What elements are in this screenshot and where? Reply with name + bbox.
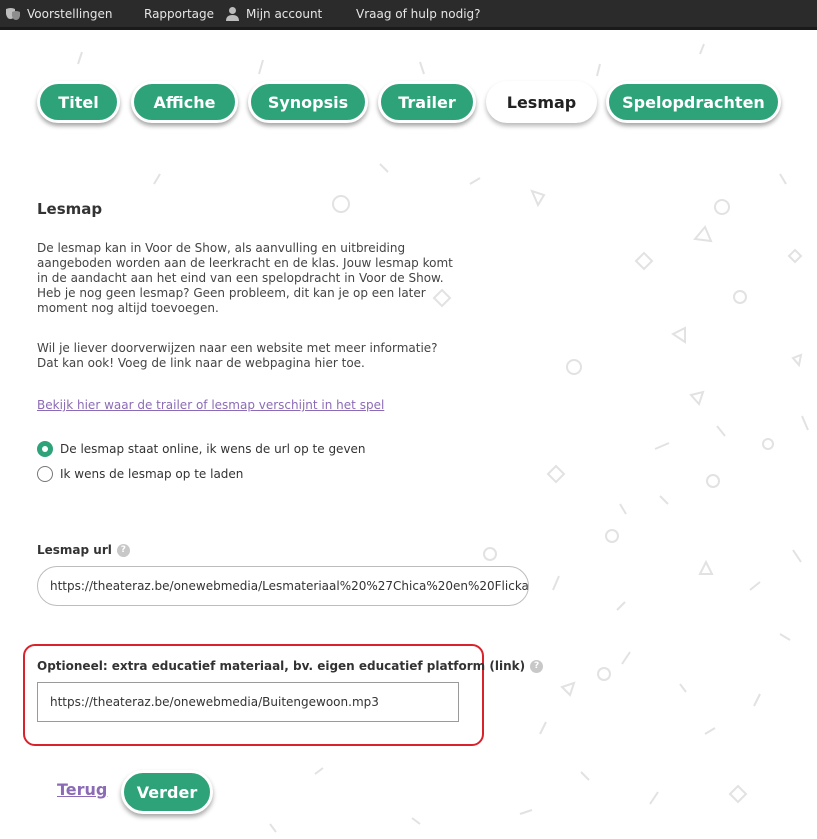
nav-rapportage-label: Rapportage <box>144 6 214 21</box>
option-online-url-label: De lesmap staat online, ik wens de url o… <box>60 442 366 456</box>
tab-lesmap[interactable]: Lesmap <box>486 81 597 123</box>
extra-material-input[interactable]: https://theateraz.be/onewebmedia/Buiteng… <box>37 682 459 722</box>
next-button-label: Verder <box>136 782 198 802</box>
website-paragraph: Wil je liever doorverwijzen naar een web… <box>37 341 438 370</box>
tab-synopsis-label: Synopsis <box>267 92 349 112</box>
extra-material-label-text: Optioneel: extra educatief materiaal, bv… <box>37 659 526 673</box>
tab-lesmap-label: Lesmap <box>506 92 577 112</box>
section-title: Lesmap <box>37 200 103 218</box>
tab-affiche[interactable]: Affiche <box>131 81 238 123</box>
intro-paragraph: De lesmap kan in Voor de Show, als aanvu… <box>37 241 453 315</box>
lesmap-url-label: Lesmap url ? <box>37 543 130 557</box>
extra-material-label: Optioneel: extra educatief materiaal, bv… <box>37 659 544 673</box>
help-icon[interactable]: ? <box>530 659 544 673</box>
lesmap-url-value: https://theateraz.be/onewebmedia/Lesmate… <box>50 579 529 593</box>
tab-trailer[interactable]: Trailer <box>378 81 476 123</box>
tab-affiche-label: Affiche <box>153 92 216 112</box>
preview-link[interactable]: Bekijk hier waar de trailer of lesmap ve… <box>37 398 384 412</box>
nav-voorstellingen-label: Voorstellingen <box>27 6 113 21</box>
lesmap-url-label-text: Lesmap url <box>37 543 112 557</box>
extra-material-value: https://theateraz.be/onewebmedia/Buiteng… <box>50 695 379 709</box>
option-upload[interactable]: Ik wens de lesmap op te laden <box>37 466 243 482</box>
tab-titel-label: Titel <box>58 92 99 112</box>
nav-rapportage[interactable]: Rapportage <box>144 0 214 27</box>
nav-mijn-account-label: Mijn account <box>246 6 323 21</box>
theater-masks-icon <box>5 7 21 21</box>
user-icon <box>225 6 240 21</box>
nav-voorstellingen[interactable]: Voorstellingen <box>5 0 112 27</box>
option-online-url[interactable]: De lesmap staat online, ik wens de url o… <box>37 441 366 457</box>
radio-upload[interactable] <box>37 466 53 482</box>
help-icon[interactable]: ? <box>116 543 130 557</box>
tab-titel[interactable]: Titel <box>37 81 120 123</box>
tab-spelopdrachten-label: Spelopdrachten <box>622 92 765 112</box>
lesmap-url-input[interactable]: https://theateraz.be/onewebmedia/Lesmate… <box>37 566 529 606</box>
tab-spelopdrachten[interactable]: Spelopdrachten <box>606 81 781 123</box>
nav-help-label: Vraag of hulp nodig? <box>356 6 481 21</box>
back-button[interactable]: Terug <box>57 780 107 799</box>
option-upload-label: Ik wens de lesmap op te laden <box>60 467 244 481</box>
nav-mijn-account[interactable]: Mijn account <box>225 0 322 27</box>
top-navigation-bar: Voorstellingen Rapportage Mijn account V… <box>0 0 817 30</box>
tab-trailer-label: Trailer <box>398 92 456 112</box>
tab-synopsis[interactable]: Synopsis <box>248 81 368 123</box>
radio-online-url[interactable] <box>37 441 53 457</box>
nav-help[interactable]: Vraag of hulp nodig? <box>356 0 481 27</box>
next-button[interactable]: Verder <box>121 770 213 814</box>
